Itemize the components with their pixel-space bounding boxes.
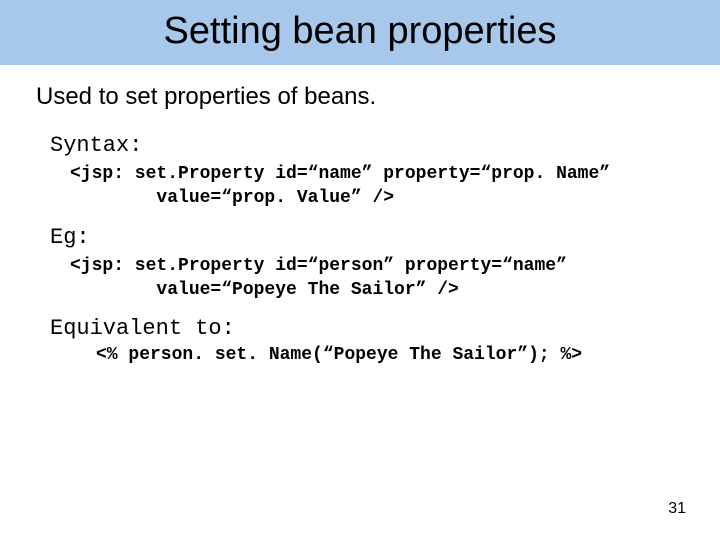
- syntax-label: Syntax:: [50, 133, 684, 158]
- page-number: 31: [668, 500, 686, 518]
- slide: Setting bean properties Used to set prop…: [0, 0, 720, 540]
- equivalent-code: <% person. set. Name(“Popeye The Sailor”…: [96, 345, 684, 365]
- eg-code: <jsp: set.Property id=“person” property=…: [70, 254, 684, 303]
- equivalent-label: Equivalent to:: [50, 316, 684, 341]
- eg-label: Eg:: [50, 225, 684, 250]
- slide-body: Used to set properties of beans. Syntax:…: [0, 65, 720, 365]
- lead-text: Used to set properties of beans.: [36, 83, 684, 111]
- syntax-code: <jsp: set.Property id=“name” property=“p…: [70, 162, 684, 211]
- slide-title: Setting bean properties: [0, 10, 720, 53]
- title-band: Setting bean properties: [0, 0, 720, 65]
